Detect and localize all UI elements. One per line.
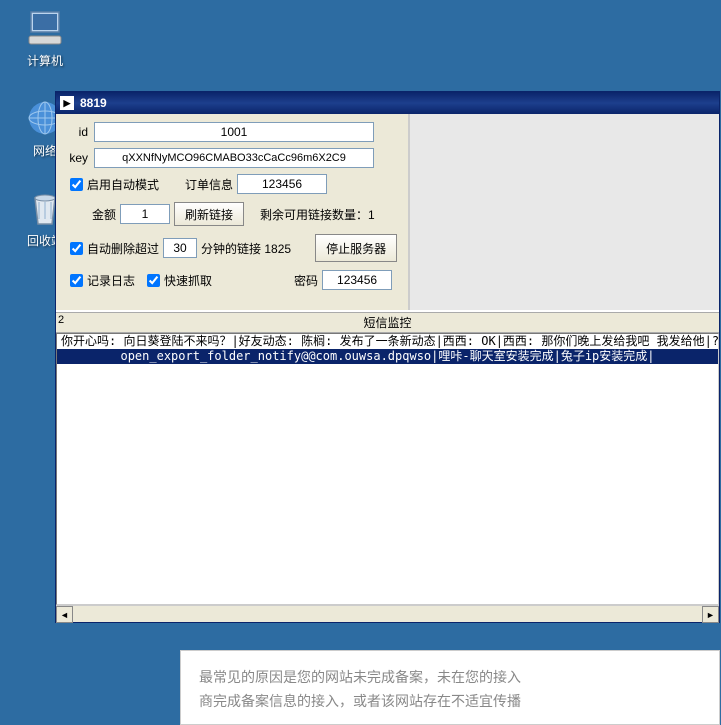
sms-title: 短信监控 xyxy=(363,316,411,330)
auto-mode-checkbox[interactable] xyxy=(70,178,83,191)
refresh-link-button[interactable]: 刷新链接 xyxy=(174,202,244,226)
amount-input[interactable] xyxy=(120,204,170,224)
app-icon xyxy=(60,96,74,110)
order-label: 订单信息 xyxy=(185,176,233,193)
auto-delete-label-prefix: 自动删除超过 xyxy=(87,240,159,257)
titlebar[interactable]: 8819 xyxy=(56,92,719,114)
auto-mode-label: 启用自动模式 xyxy=(87,176,159,193)
log-label: 记录日志 xyxy=(87,272,135,289)
tab-marker: 2 xyxy=(58,314,64,326)
bottom-message-panel: 最常见的原因是您的网站未完成备案，未在您的接入 商完成备案信息的接入，或者该网站… xyxy=(180,650,720,725)
computer-icon xyxy=(25,8,65,48)
config-right-blank xyxy=(410,114,719,310)
key-input[interactable] xyxy=(94,148,374,168)
id-label: id xyxy=(62,125,88,139)
fast-label: 快速抓取 xyxy=(164,272,212,289)
icon-label: 计算机 xyxy=(10,52,80,69)
window-title: 8819 xyxy=(80,96,107,110)
id-input[interactable] xyxy=(94,122,374,142)
scroll-right-button[interactable]: ► xyxy=(702,606,719,623)
sms-title-bar: 2 短信监控 xyxy=(56,312,719,333)
key-label: key xyxy=(62,151,88,165)
desktop-icon-computer[interactable]: 计算机 xyxy=(10,8,80,69)
amount-label: 金额 xyxy=(92,206,116,223)
config-panel: id key 启用自动模式 订单信息 金额 刷新链接 剩余可用链接数量：1 xyxy=(56,114,410,310)
order-input[interactable] xyxy=(237,174,327,194)
horizontal-scrollbar[interactable]: ◄ ► xyxy=(56,605,719,622)
list-row[interactable]: 你开心吗: 向日葵登陆不来吗？|好友动态: 陈榈: 发布了一条新动态|西西: O… xyxy=(57,334,718,349)
fast-checkbox[interactable] xyxy=(147,274,160,287)
stop-server-button[interactable]: 停止服务器 xyxy=(315,234,397,262)
bottom-line-2: 商完成备案信息的接入，或者该网站存在不适宜传播 xyxy=(199,689,701,713)
remaining-label: 剩余可用链接数量：1 xyxy=(260,206,375,223)
password-label: 密码 xyxy=(294,272,318,289)
sms-panel: 2 短信监控 你开心吗: 向日葵登陆不来吗？|好友动态: 陈榈: 发布了一条新动… xyxy=(56,310,719,622)
scroll-left-button[interactable]: ◄ xyxy=(56,606,73,623)
app-window: 8819 id key 启用自动模式 订单信息 金额 刷新链接 剩余 xyxy=(55,91,720,623)
auto-delete-checkbox[interactable] xyxy=(70,242,83,255)
log-checkbox[interactable] xyxy=(70,274,83,287)
bottom-line-1: 最常见的原因是您的网站未完成备案，未在您的接入 xyxy=(199,665,701,689)
list-row-selected[interactable]: open_export_folder_notify@@com.ouwsa.dpq… xyxy=(57,349,718,364)
auto-delete-minutes-input[interactable] xyxy=(163,238,197,258)
password-input[interactable] xyxy=(322,270,392,290)
auto-delete-label-suffix: 分钟的链接 1825 xyxy=(201,240,291,257)
sms-list[interactable]: 你开心吗: 向日葵登陆不来吗？|好友动态: 陈榈: 发布了一条新动态|西西: O… xyxy=(56,333,719,605)
